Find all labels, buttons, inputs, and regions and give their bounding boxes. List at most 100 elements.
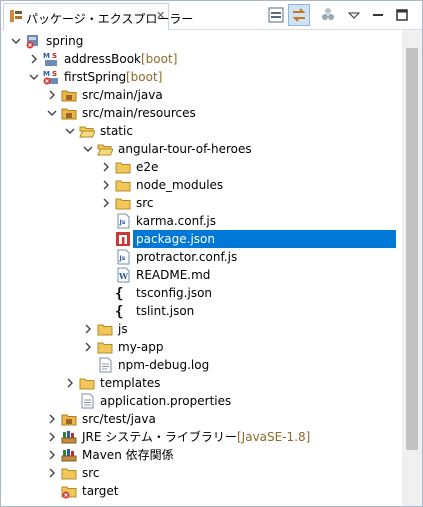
tree-item-label: src — [136, 196, 154, 210]
chevron-right-icon[interactable] — [99, 195, 113, 211]
tree-item-label: src — [82, 466, 100, 480]
svg-text:M: M — [43, 52, 50, 60]
tree-item[interactable]: npm-debug.log — [1, 356, 402, 374]
source-folder-icon — [61, 108, 77, 120]
project-error-icon — [26, 35, 38, 49]
folder-icon — [61, 468, 77, 480]
maximize-icon[interactable] — [393, 6, 411, 24]
scrollbar-thumb[interactable] — [406, 48, 418, 450]
tree-item[interactable]: e2e — [1, 158, 402, 176]
chevron-down-icon[interactable] — [27, 69, 41, 85]
chevron-down-icon[interactable] — [45, 105, 59, 121]
link-with-editor-icon — [292, 8, 306, 22]
tree-item[interactable]: JRE システム・ライブラリー [JavaSE-1.8] — [1, 428, 402, 446]
maven-project-error-icon: MS — [43, 70, 58, 85]
folder-icon — [115, 180, 131, 192]
js-file-icon: Js — [117, 249, 130, 265]
package-explorer-view: パッケージ・エクスプローラー ✕ spring M SaddressBook [… — [0, 0, 423, 507]
view-tab[interactable]: パッケージ・エクスプローラー ✕ — [3, 3, 193, 30]
tree-item[interactable]: src/main/resources — [1, 104, 402, 122]
view-menu-icon[interactable] — [345, 6, 363, 24]
tree-item[interactable]: src/test/java — [1, 410, 402, 428]
tree-item-label: src/main/java — [82, 88, 163, 102]
folder-icon — [97, 324, 113, 336]
minimize-icon[interactable] — [369, 6, 387, 24]
chevron-right-icon[interactable] — [81, 321, 95, 337]
tree-item-label: angular-tour-of-heroes — [118, 142, 252, 156]
text-file-icon — [99, 357, 112, 373]
tree-item-label: tsconfig.json — [136, 286, 213, 300]
link-with-editor-toggle[interactable] — [288, 4, 310, 26]
tree-item[interactable]: W README.md — [1, 266, 402, 284]
tree-item-label: application.properties — [100, 394, 232, 408]
folder-icon — [115, 198, 131, 210]
svg-text:M: M — [43, 70, 50, 78]
chevron-down-icon[interactable] — [9, 33, 23, 49]
chevron-right-icon[interactable] — [45, 465, 59, 481]
tree-item-label: e2e — [136, 160, 159, 174]
chevron-right-icon[interactable] — [45, 411, 59, 427]
tree-item[interactable]: my-app — [1, 338, 402, 356]
tree-item-label: static — [100, 124, 133, 138]
tree-item[interactable]: src — [1, 194, 402, 212]
tree-item[interactable]: src — [1, 464, 402, 482]
tree-item-label: tslint.json — [136, 304, 195, 318]
svg-text:Js: Js — [119, 255, 126, 262]
collapse-all-icon[interactable] — [267, 6, 285, 24]
tree-item[interactable]: Js protractor.conf.js — [1, 248, 402, 266]
library-icon — [61, 431, 77, 444]
tree-item[interactable]: package.json — [1, 230, 402, 248]
tree-item-label: js — [118, 322, 128, 336]
tree-item[interactable]: angular-tour-of-heroes — [1, 140, 402, 158]
tree-item-label: firstSpring — [64, 70, 127, 84]
tree-item[interactable]: M SaddressBook [boot] — [1, 50, 402, 68]
chevron-right-icon[interactable] — [63, 375, 77, 391]
svg-text:W: W — [118, 271, 129, 281]
properties-file-icon — [81, 393, 94, 409]
tree-item-label: JRE システム・ライブラリー — [82, 430, 237, 444]
tree-item[interactable]: M SfirstSpring [boot] — [1, 68, 402, 86]
library-icon — [61, 449, 77, 462]
tree-item[interactable]: target — [1, 482, 402, 500]
folder-open-icon — [97, 144, 113, 156]
vertical-scrollbar[interactable] — [402, 30, 422, 506]
tree-item[interactable]: Maven 依存関係 — [1, 446, 402, 464]
tree-item[interactable]: application.properties — [1, 392, 402, 410]
tree-item[interactable]: src/main/java — [1, 86, 402, 104]
tree-item[interactable]: js — [1, 320, 402, 338]
tree-item-label: target — [82, 484, 119, 498]
tree-item[interactable]: Js karma.conf.js — [1, 212, 402, 230]
chevron-right-icon[interactable] — [27, 51, 41, 67]
close-icon[interactable]: ✕ — [156, 9, 165, 22]
view-title: パッケージ・エクスプローラー — [26, 12, 194, 26]
tree-item-label: npm-debug.log — [118, 358, 210, 372]
tree-item[interactable]: node_modules — [1, 176, 402, 194]
focus-icon[interactable] — [319, 6, 337, 24]
folder-icon — [79, 378, 95, 390]
tree-item[interactable]: spring — [1, 32, 402, 50]
tree-item-label: node_modules — [136, 178, 224, 192]
tree-item-label: karma.conf.js — [136, 214, 216, 228]
tree-item-label: src/test/java — [82, 412, 156, 426]
svg-text:{ }: { } — [115, 286, 131, 301]
tree-item-label: src/main/resources — [82, 106, 196, 120]
tree-item[interactable]: templates — [1, 374, 402, 392]
tree-item-label: protractor.conf.js — [136, 250, 238, 264]
tree-item-decoration: [boot] — [141, 52, 178, 66]
chevron-right-icon[interactable] — [45, 87, 59, 103]
project-tree[interactable]: spring M SaddressBook [boot] M SfirstSpring … — [1, 30, 402, 506]
folder-error-icon — [61, 486, 77, 499]
chevron-down-icon[interactable] — [63, 123, 77, 139]
source-folder-icon — [61, 414, 77, 426]
tree-item-label: Maven 依存関係 — [82, 448, 174, 462]
chevron-down-icon[interactable] — [81, 141, 95, 157]
tree-item[interactable]: static — [1, 122, 402, 140]
chevron-right-icon[interactable] — [99, 177, 113, 193]
chevron-right-icon[interactable] — [99, 159, 113, 175]
tree-item[interactable]: { } tslint.json — [1, 302, 402, 320]
svg-text:{ }: { } — [115, 304, 131, 319]
chevron-right-icon[interactable] — [81, 339, 95, 355]
tree-item[interactable]: { } tsconfig.json — [1, 284, 402, 302]
chevron-right-icon[interactable] — [45, 447, 59, 463]
chevron-right-icon[interactable] — [45, 429, 59, 445]
